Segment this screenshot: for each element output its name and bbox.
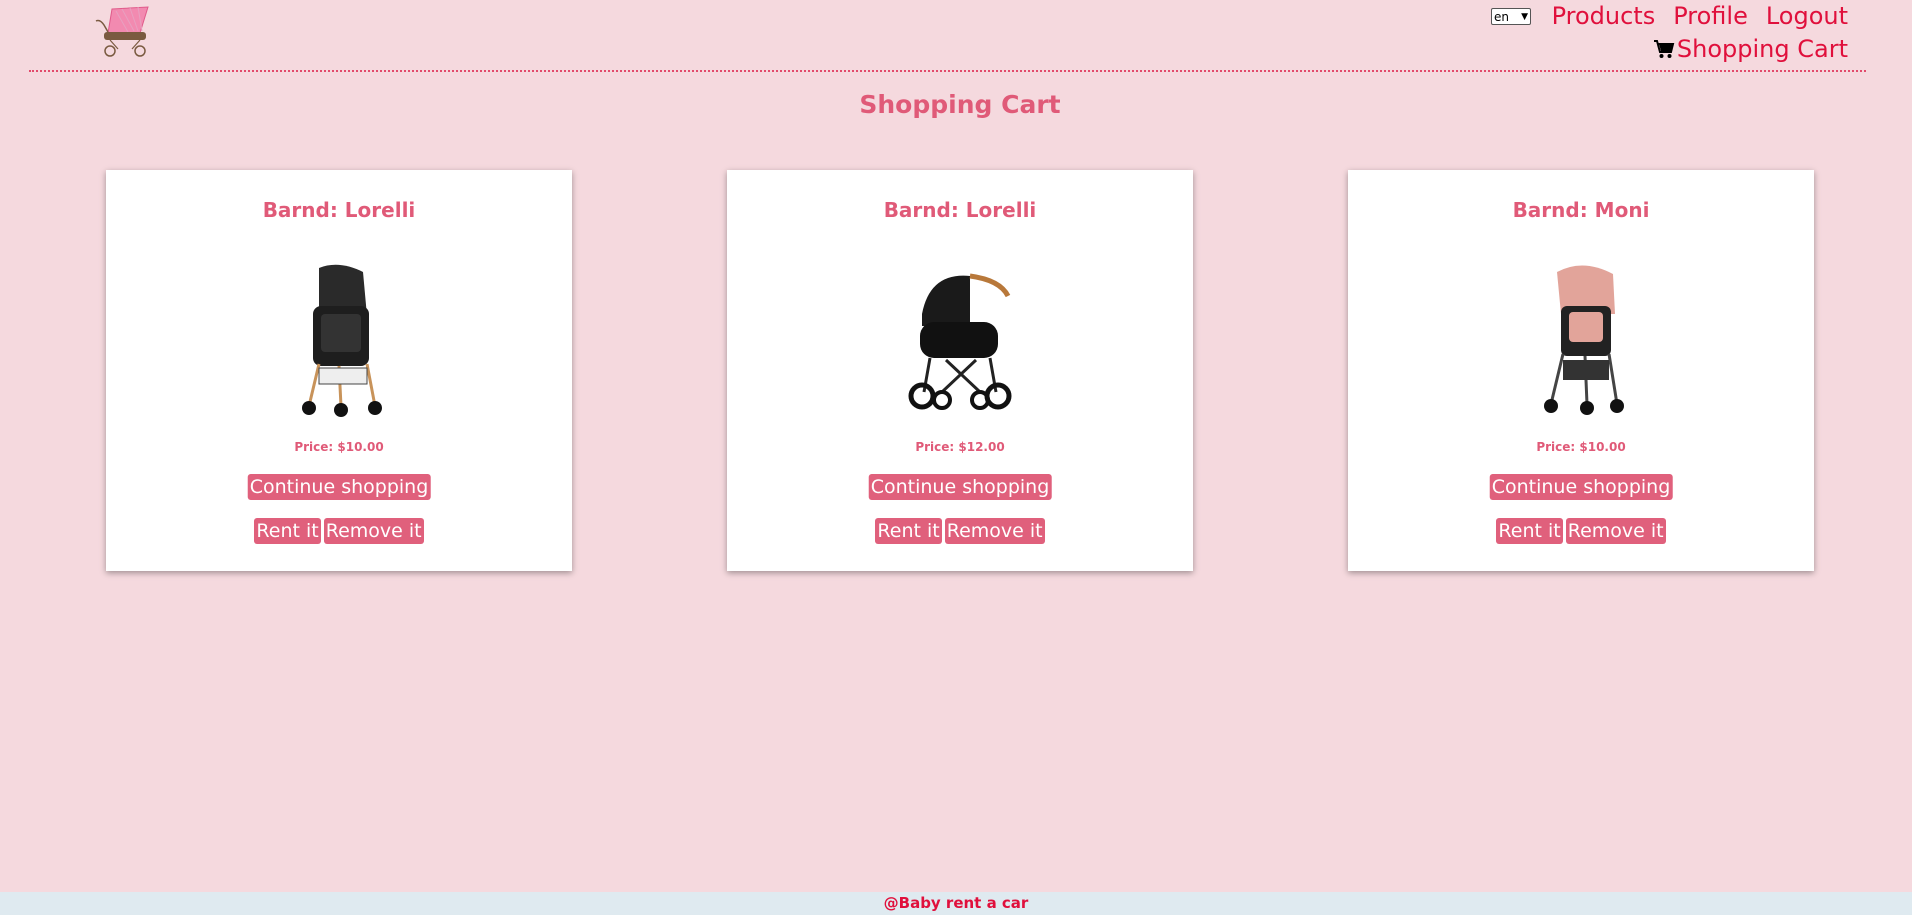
footer: @Baby rent a car (0, 892, 1912, 915)
card-actions: Rent it Remove it (106, 518, 572, 544)
nav-shopping-cart-link[interactable]: Shopping Cart (1653, 35, 1848, 63)
language-select[interactable]: en ▼ (1491, 8, 1531, 25)
shopping-cart-label: Shopping Cart (1676, 35, 1848, 63)
cart-item-card: Barnd: Moni Price: $10.00 Continue shopp… (1348, 170, 1814, 571)
rent-button[interactable]: Rent it (875, 518, 942, 544)
remove-button[interactable]: Remove it (323, 518, 424, 544)
product-price: Price: $10.00 (294, 440, 384, 454)
baby-carriage-logo[interactable] (82, 3, 168, 58)
page-title: Shopping Cart (859, 90, 1061, 119)
nav-profile-link[interactable]: Profile (1673, 2, 1748, 30)
remove-button[interactable]: Remove it (944, 518, 1045, 544)
cart-item-card: Barnd: Lorelli Price: $10.00 Continue sh… (106, 170, 572, 571)
product-brand: Barnd: Moni (1512, 198, 1650, 222)
product-price: Price: $10.00 (1536, 440, 1626, 454)
stroller-image (908, 273, 1012, 410)
continue-shopping-button[interactable]: Continue shopping (247, 474, 431, 500)
continue-shopping-button[interactable]: Continue shopping (868, 474, 1052, 500)
product-brand: Barnd: Lorelli (262, 198, 416, 222)
nav-products-link[interactable]: Products (1552, 2, 1656, 30)
rent-button[interactable]: Rent it (1496, 518, 1563, 544)
language-value: en (1494, 9, 1509, 24)
product-price: Price: $12.00 (915, 440, 1005, 454)
stroller-image (302, 264, 382, 417)
remove-button[interactable]: Remove it (1565, 518, 1666, 544)
chevron-down-icon: ▼ (1521, 11, 1528, 22)
header: en ▼ Products Profile Logout Shopping Ca… (29, 0, 1866, 72)
rent-button[interactable]: Rent it (254, 518, 321, 544)
card-actions: Rent it Remove it (727, 518, 1193, 544)
cart-item-card: Barnd: Lorelli Price: $12.00 Continue sh… (727, 170, 1193, 571)
top-nav: Products Profile Logout (1552, 2, 1848, 30)
card-actions: Rent it Remove it (1348, 518, 1814, 544)
product-brand: Barnd: Lorelli (883, 198, 1037, 222)
cart-icon (1653, 40, 1675, 58)
nav-logout-link[interactable]: Logout (1766, 2, 1848, 30)
continue-shopping-button[interactable]: Continue shopping (1489, 474, 1673, 500)
stroller-image (1544, 265, 1624, 415)
